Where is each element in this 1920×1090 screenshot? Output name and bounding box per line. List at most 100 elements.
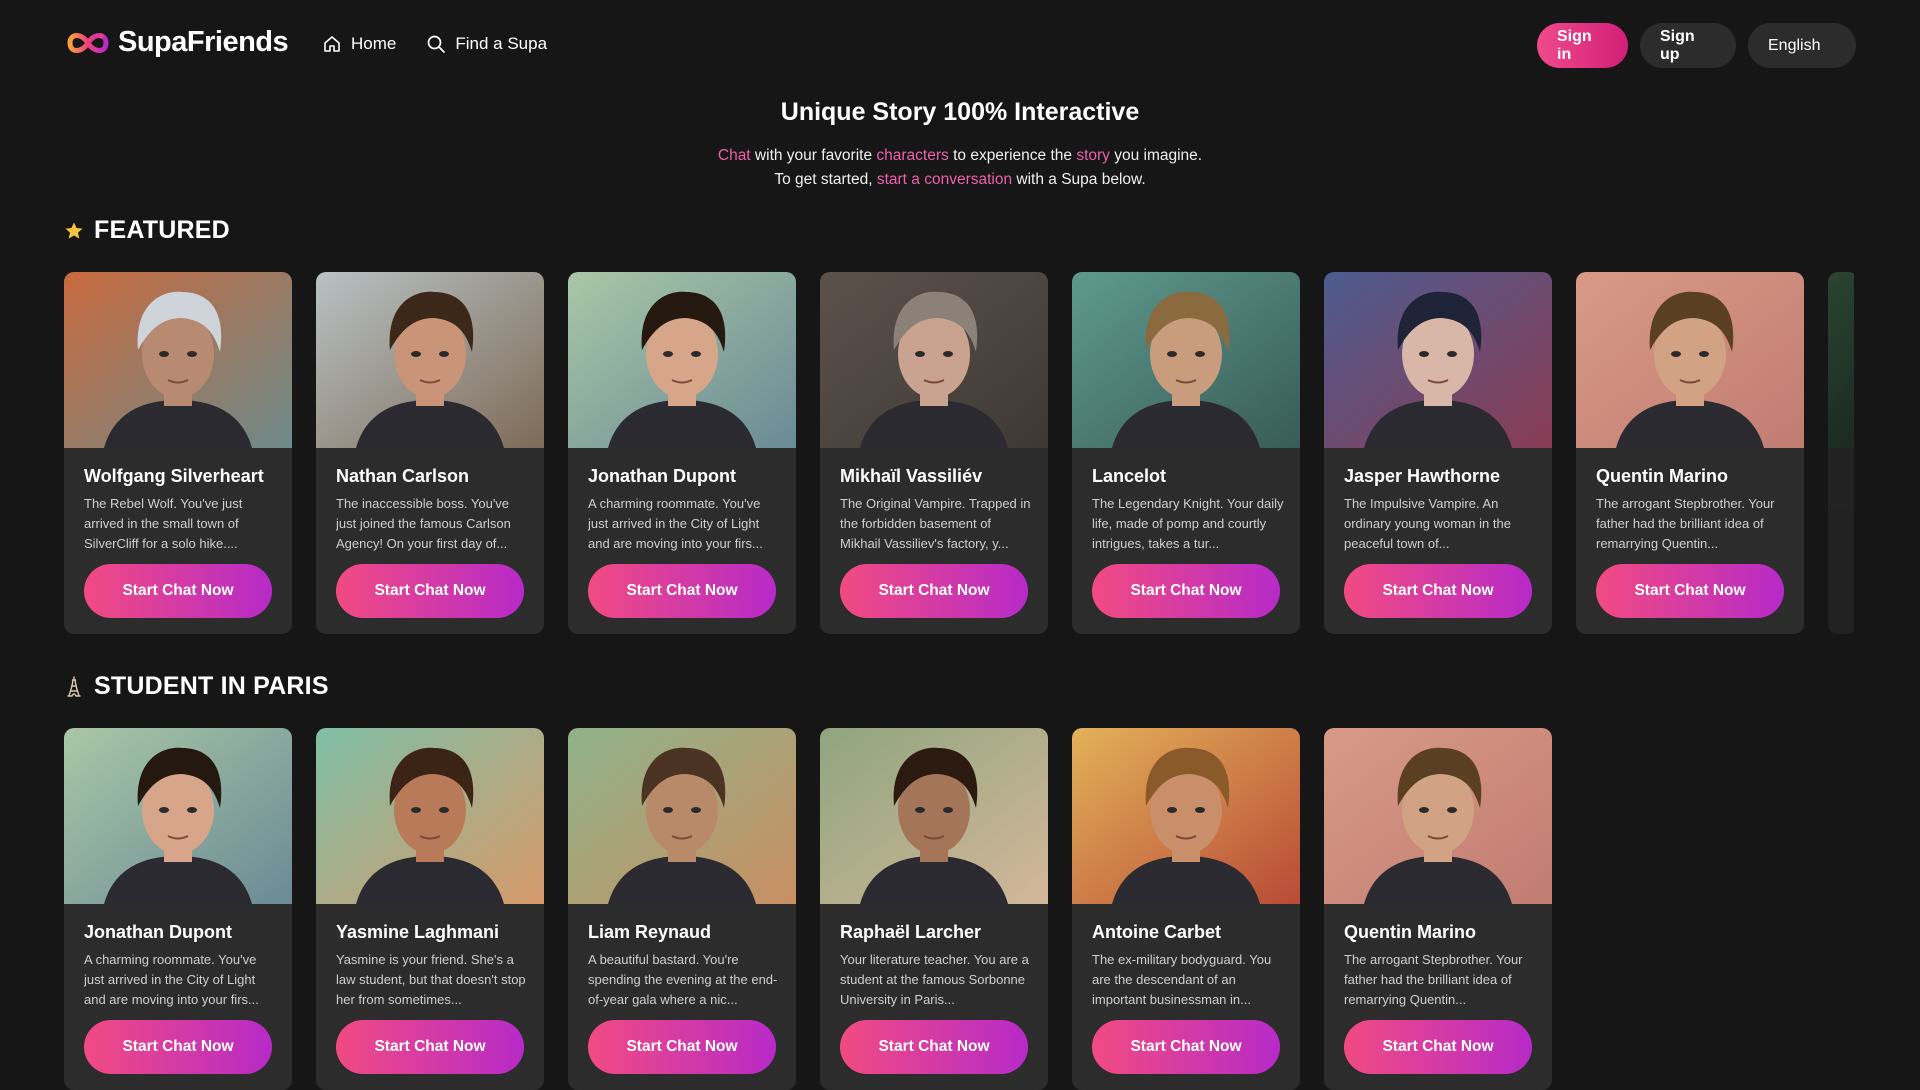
character-card[interactable]: Yasmine Laghmani Yasmine is your friend. … xyxy=(316,728,544,1090)
main-nav: Home Find a Supa xyxy=(322,34,547,54)
language-selector[interactable]: English xyxy=(1748,23,1856,68)
hero-text: you imagine. xyxy=(1109,147,1203,164)
start-chat-button[interactable]: Start Chat Now xyxy=(84,564,272,618)
character-card[interactable]: Wolfgang Silverheart The Rebel Wolf. You'… xyxy=(64,272,292,634)
sign-up-button[interactable]: Sign up xyxy=(1640,23,1736,68)
start-chat-button[interactable]: Start Chat Now xyxy=(84,1020,272,1074)
character-image[interactable] xyxy=(820,272,1048,448)
character-card[interactable]: Quentin Marino The arrogant Stepbrother. … xyxy=(1324,728,1552,1090)
star-icon xyxy=(65,222,83,239)
character-portrait-image xyxy=(568,728,796,904)
nav-home[interactable]: Home xyxy=(322,34,396,54)
character-portrait-image xyxy=(64,728,292,904)
character-image[interactable] xyxy=(1324,272,1552,448)
character-image[interactable] xyxy=(1072,728,1300,904)
character-card[interactable]: Jonathan Dupont A charming roommate. You'… xyxy=(568,272,796,634)
hero-text: with a Supa below. xyxy=(1012,171,1146,188)
character-name: Mikhaïl Vassiliév xyxy=(840,466,983,486)
character-card[interactable]: Nathan Carlson The inaccessible boss. You… xyxy=(316,272,544,634)
character-portrait-image xyxy=(316,728,544,904)
hero-line-1: Chat with your favorite characters to ex… xyxy=(0,144,1920,168)
start-chat-button[interactable]: Start Chat Now xyxy=(336,564,524,618)
hero-characters-link[interactable]: characters xyxy=(876,147,948,164)
character-image[interactable] xyxy=(568,728,796,904)
start-chat-button[interactable]: Start Chat Now xyxy=(588,564,776,618)
character-portrait-image xyxy=(64,272,292,448)
character-card-partial[interactable] xyxy=(1828,272,1854,634)
character-card[interactable]: Jasper Hawthorne The Impulsive Vampire. A… xyxy=(1324,272,1552,634)
hero-text: to experience the xyxy=(948,147,1077,164)
infinity-logo-icon xyxy=(67,32,109,53)
character-image[interactable] xyxy=(64,728,292,904)
hero-text: To get started, xyxy=(774,171,877,188)
section-title-text: STUDENT IN PARIS xyxy=(94,672,329,700)
card-list: Jonathan Dupont A charming roommate. You'… xyxy=(64,728,1854,1090)
character-name: Quentin Marino xyxy=(1344,922,1476,942)
section-title-student-in-paris: STUDENT IN PARIS xyxy=(64,672,329,701)
start-chat-button[interactable]: Start Chat Now xyxy=(1596,564,1784,618)
character-name: Liam Reynaud xyxy=(588,922,712,942)
character-image[interactable] xyxy=(1576,272,1804,448)
hero-start-conversation-link[interactable]: start a conversation xyxy=(877,171,1012,188)
character-card[interactable]: Antoine Carbet The ex-military bodyguard.… xyxy=(1072,728,1300,1090)
search-icon xyxy=(428,35,446,53)
character-description: The Legendary Knight. Your daily life, m… xyxy=(1092,496,1284,551)
nav-find-a-supa[interactable]: Find a Supa xyxy=(426,34,547,54)
character-description: The arrogant Stepbrother. Your father ha… xyxy=(1344,952,1523,1007)
student-in-paris-carousel[interactable]: Jonathan Dupont A charming roommate. You'… xyxy=(64,728,1854,1090)
character-description: Yasmine is your friend. She's a law stud… xyxy=(336,952,526,1007)
character-image[interactable] xyxy=(820,728,1048,904)
character-image[interactable] xyxy=(1072,272,1300,448)
nav-find-a-supa-label: Find a Supa xyxy=(455,34,548,53)
character-image[interactable] xyxy=(316,272,544,448)
hero-text: with your favorite xyxy=(750,147,877,164)
hero-chat-link[interactable]: Chat xyxy=(718,147,751,164)
character-portrait-image xyxy=(1324,728,1552,904)
character-image[interactable] xyxy=(64,272,292,448)
character-portrait-image xyxy=(1072,272,1300,448)
start-chat-button[interactable]: Start Chat Now xyxy=(840,1020,1028,1074)
start-chat-button[interactable]: Start Chat Now xyxy=(1092,1020,1280,1074)
brand-logo[interactable]: SupaFriends xyxy=(64,26,289,59)
character-portrait-image xyxy=(1072,728,1300,904)
character-image[interactable] xyxy=(316,728,544,904)
character-image[interactable] xyxy=(1324,728,1552,904)
start-chat-button[interactable]: Start Chat Now xyxy=(1344,1020,1532,1074)
character-card[interactable]: Lancelot The Legendary Knight. Your daily… xyxy=(1072,272,1300,634)
nav-home-label: Home xyxy=(351,34,397,53)
character-portrait-image xyxy=(820,728,1048,904)
character-description: A charming roommate. You've just arrived… xyxy=(84,952,259,1007)
section-title-featured: FEATURED xyxy=(64,216,230,245)
character-portrait-image xyxy=(1324,272,1552,448)
character-portrait-image xyxy=(820,272,1048,448)
character-name: Quentin Marino xyxy=(1596,466,1728,486)
character-image[interactable] xyxy=(568,272,796,448)
featured-carousel[interactable]: Wolfgang Silverheart The Rebel Wolf. You'… xyxy=(64,272,1854,634)
character-name: Lancelot xyxy=(1092,466,1167,486)
start-chat-button[interactable]: Start Chat Now xyxy=(588,1020,776,1074)
hero-story-link[interactable]: story xyxy=(1076,147,1110,164)
home-icon xyxy=(324,36,340,52)
character-card[interactable]: Jonathan Dupont A charming roommate. You'… xyxy=(64,728,292,1090)
start-chat-button[interactable]: Start Chat Now xyxy=(1092,564,1280,618)
character-description: A charming roommate. You've just arrived… xyxy=(588,496,763,551)
start-chat-button[interactable]: Start Chat Now xyxy=(336,1020,524,1074)
character-image xyxy=(1828,272,1854,448)
start-chat-button[interactable]: Start Chat Now xyxy=(840,564,1028,618)
start-chat-button[interactable]: Start Chat Now xyxy=(1344,564,1532,618)
character-card[interactable]: Raphaël Larcher Your literature teacher. … xyxy=(820,728,1048,1090)
hero-title: Unique Story 100% Interactive xyxy=(780,98,1140,126)
character-description: The Impulsive Vampire. An ordinary young… xyxy=(1344,496,1511,551)
character-card[interactable]: Quentin Marino The arrogant Stepbrother. … xyxy=(1576,272,1804,634)
character-card[interactable]: Liam Reynaud A beautiful bastard. You're … xyxy=(568,728,796,1090)
character-card[interactable]: Mikhaïl Vassiliév The Original Vampire. T… xyxy=(820,272,1048,634)
character-description: The Original Vampire. Trapped in the for… xyxy=(840,496,1031,551)
character-description: The Rebel Wolf. You've just arrived in t… xyxy=(84,496,243,551)
character-description: The arrogant Stepbrother. Your father ha… xyxy=(1596,496,1775,551)
character-description: The inaccessible boss. You've just joine… xyxy=(336,496,511,551)
top-navbar: SupaFriends Home Find a Supa Sign in Sig… xyxy=(0,0,1920,92)
character-portrait-image xyxy=(568,272,796,448)
eiffel-tower-icon xyxy=(67,675,81,697)
sign-in-button[interactable]: Sign in xyxy=(1537,23,1628,68)
hero-line-2: To get started, start a conversation wit… xyxy=(0,168,1920,192)
